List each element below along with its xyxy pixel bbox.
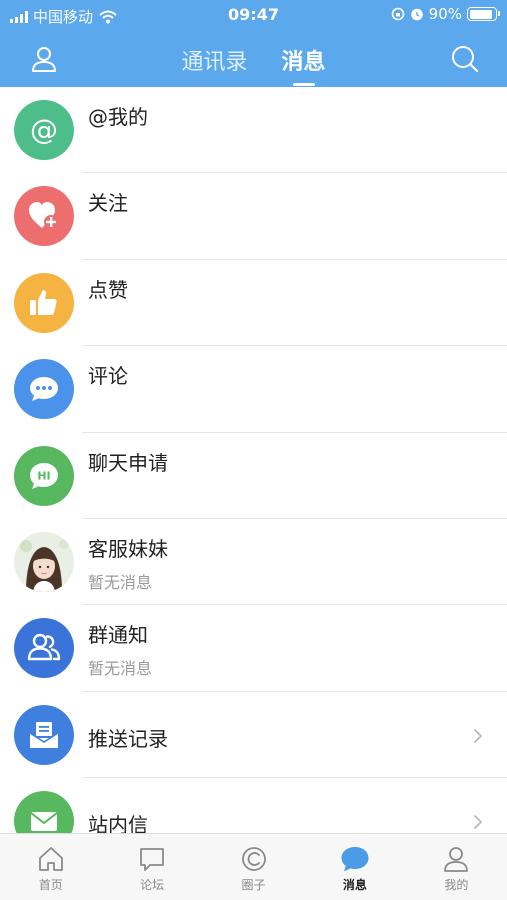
message-icon <box>341 847 369 872</box>
battery-icon <box>467 7 500 21</box>
forum-icon <box>140 848 165 871</box>
list-item-follow[interactable]: 关注 <box>0 173 507 260</box>
list-item-comments[interactable]: 评论 <box>0 346 507 433</box>
circle-icon <box>241 847 266 871</box>
hi-bubble-icon: HI <box>14 445 74 506</box>
search-button[interactable] <box>447 41 483 77</box>
list-item-group-notice[interactable]: 群通知 暂无消息 <box>0 605 507 692</box>
header-tabs: 通讯录 消息 <box>0 44 507 86</box>
tab-messages[interactable]: 消息 <box>282 44 326 86</box>
tabbar-item-home[interactable]: 首页 <box>0 834 101 900</box>
status-bar: 中国移动 09:47 90% <box>0 0 507 32</box>
battery-percent: 90% <box>428 5 462 23</box>
tabbar-label: 圈子 <box>241 878 266 892</box>
message-list: @ @我的 关注 点赞 评论 HI 聊天申请 客服妹妹 暂无消息 群通知 暂无消… <box>0 87 507 833</box>
group-icon <box>14 618 74 679</box>
tabbar-item-forum[interactable]: 论坛 <box>101 834 202 900</box>
list-item-title: 推送记录 <box>88 726 168 751</box>
alarm-icon <box>410 8 423 21</box>
chevron-right-icon <box>474 815 482 830</box>
list-item-title: 站内信 <box>88 813 148 833</box>
list-item-title: 点赞 <box>88 277 128 302</box>
list-item-at-me[interactable]: @ @我的 <box>0 87 507 174</box>
inbox-icon <box>14 704 74 765</box>
app-header: 中国移动 09:47 90% 通讯录 消息 <box>0 0 507 87</box>
heart-plus-icon <box>14 186 74 247</box>
list-item-push-history[interactable]: 推送记录 <box>0 692 507 779</box>
list-item-customer-service[interactable]: 客服妹妹 暂无消息 <box>0 519 507 606</box>
list-item-subtitle: 暂无消息 <box>88 572 153 592</box>
search-icon <box>452 46 479 73</box>
tabbar-item-messages[interactable]: 消息 <box>304 834 405 900</box>
tabbar-label: 消息 <box>342 878 367 892</box>
chevron-right-icon <box>474 728 482 743</box>
tabbar-item-profile[interactable]: 我的 <box>406 834 507 900</box>
tab-contacts[interactable]: 通讯录 <box>181 44 247 86</box>
tabbar-label: 我的 <box>444 878 469 892</box>
list-item-title: 聊天申请 <box>88 450 168 475</box>
home-icon <box>38 847 63 871</box>
list-item-title: 群通知 <box>88 623 148 648</box>
list-item-chat-request[interactable]: HI 聊天申请 <box>0 433 507 519</box>
mail-icon <box>14 791 74 833</box>
tabbar-label: 首页 <box>38 878 63 892</box>
list-item-title: 评论 <box>88 364 128 389</box>
list-item-title: 关注 <box>88 191 128 216</box>
tabbar-label: 论坛 <box>140 878 165 892</box>
svg-text:@: @ <box>30 113 58 146</box>
comment-icon <box>14 359 74 420</box>
list-item-subtitle: 暂无消息 <box>88 659 153 679</box>
svg-text:HI: HI <box>37 469 50 482</box>
profile-icon <box>444 847 469 872</box>
list-item-likes[interactable]: 点赞 <box>0 260 507 347</box>
avatar-photo <box>14 531 74 592</box>
list-item-title: @我的 <box>88 105 148 129</box>
top-nav: 通讯录 消息 <box>0 32 507 87</box>
thumbs-up-icon <box>14 272 74 333</box>
bottom-tab-bar: 首页 论坛 圈子 消息 我的 <box>0 833 507 900</box>
list-item-title: 客服妹妹 <box>88 536 168 561</box>
at-icon: @ <box>14 100 74 160</box>
tabbar-item-circle[interactable]: 圈子 <box>203 834 304 900</box>
lock-rotation-icon <box>391 7 404 21</box>
list-item-site-mail[interactable]: 站内信 <box>0 778 507 833</box>
